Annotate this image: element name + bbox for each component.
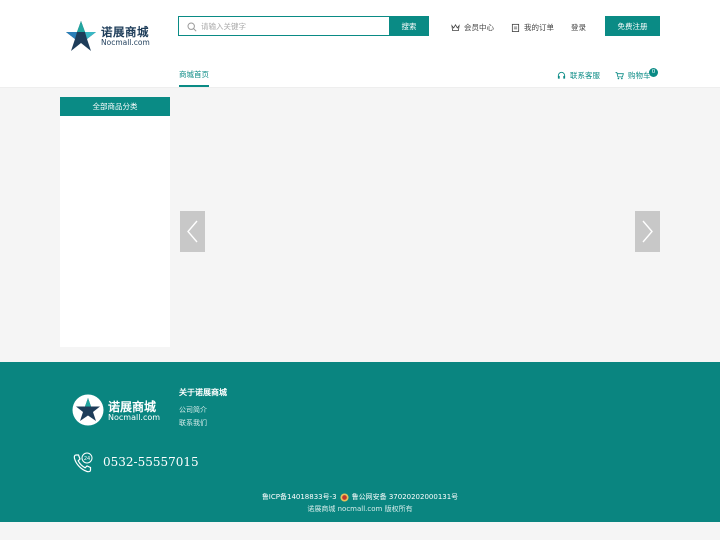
search-input[interactable]: [201, 17, 386, 35]
footer-logo-english-name: Nocmall.com: [108, 413, 161, 422]
customer-service-link[interactable]: 联系客服: [557, 70, 600, 81]
carousel-prev-button[interactable]: [180, 211, 205, 252]
site-header: 诺展商城 Nocmall.com 搜索 会员中心 我的订单 登录 免费注册 商城…: [0, 0, 720, 88]
member-center-label: 会员中心: [464, 22, 494, 32]
police-record-link[interactable]: 鲁公网安备 37020202000131号: [352, 492, 459, 502]
headset-icon: [557, 71, 566, 79]
my-orders-label: 我的订单: [524, 22, 554, 32]
crown-icon: [451, 23, 460, 31]
cart-label: 购物车: [628, 71, 651, 80]
customer-service-label: 联系客服: [570, 71, 600, 80]
svg-text:24: 24: [84, 456, 90, 462]
login-link[interactable]: 登录: [571, 21, 586, 33]
clipboard-icon: [511, 23, 520, 32]
search-icon: [187, 22, 197, 32]
site-footer: 诺展商城 Nocmall.com 关于诺展商城 公司简介 联系我们 24 053…: [0, 362, 720, 522]
footer-company-intro-link[interactable]: 公司简介: [179, 405, 207, 415]
all-categories-header[interactable]: 全部商品分类: [60, 97, 170, 116]
site-logo[interactable]: 诺展商城 Nocmall.com: [65, 20, 155, 52]
footer-icp-line: 鲁ICP备14018833号-3 鲁公网安备 37020202000131号: [0, 492, 720, 502]
register-button[interactable]: 免费注册: [605, 16, 660, 36]
cart-link[interactable]: 购物车: [615, 70, 651, 81]
footer-about-title: 关于诺展商城: [179, 388, 227, 397]
nav-home-tab[interactable]: 商城首页: [179, 69, 209, 87]
logo-star-icon: [66, 21, 96, 51]
category-panel: 全部商品分类: [60, 97, 170, 347]
footer-logo: 诺展商城 Nocmall.com: [72, 394, 172, 426]
footer-phone-number: 0532-55557015: [103, 455, 199, 469]
chevron-left-icon: [187, 220, 198, 243]
chevron-right-icon: [642, 220, 653, 243]
search-button[interactable]: 搜索: [389, 16, 429, 36]
footer-contact-us-link[interactable]: 联系我们: [179, 418, 207, 428]
carousel-next-button[interactable]: [635, 211, 660, 252]
my-orders-link[interactable]: 我的订单: [511, 21, 554, 33]
police-badge-icon: [340, 492, 349, 502]
phone-24h-icon: 24: [73, 452, 93, 473]
footer-logo-star-icon: [72, 394, 104, 426]
cart-count-badge: 0: [649, 68, 658, 77]
search-box: [178, 16, 389, 36]
cart-icon: [615, 71, 624, 80]
member-center-link[interactable]: 会员中心: [451, 21, 494, 33]
icp-license-link[interactable]: 鲁ICP备14018833号-3: [262, 492, 337, 502]
footer-copyright: 诺展商城 nocmall.com 版权所有: [307, 505, 413, 513]
logo-english-name: Nocmall.com: [101, 38, 150, 47]
